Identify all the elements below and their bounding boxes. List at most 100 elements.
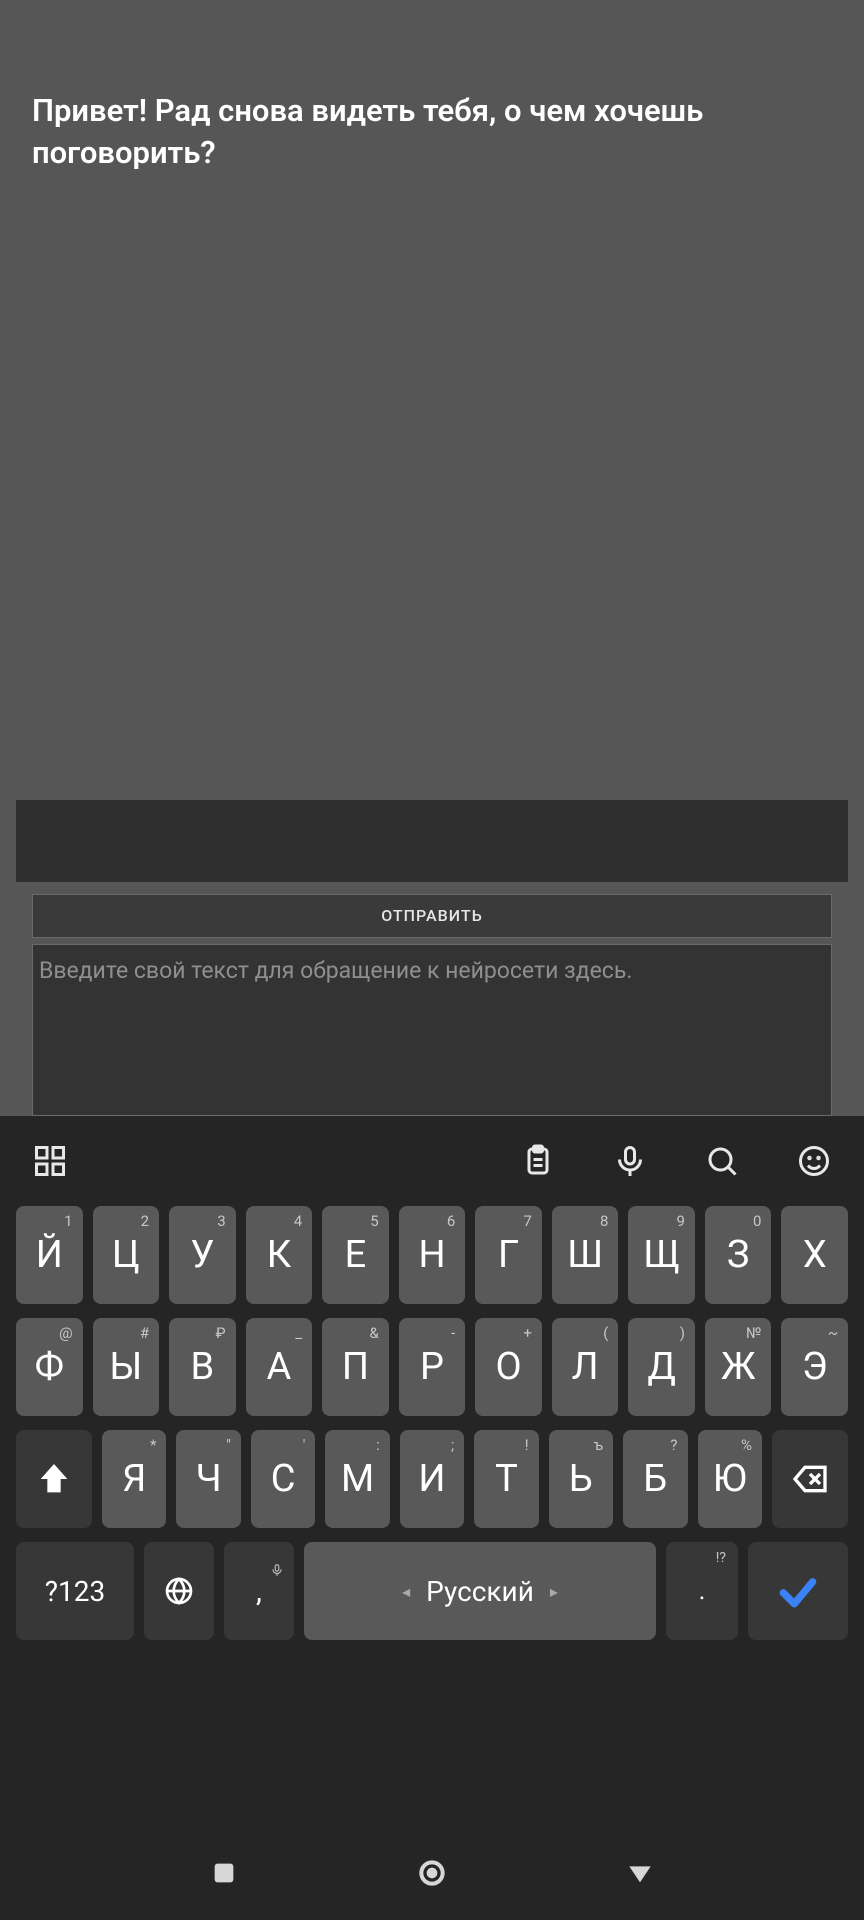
- key-super: 3: [217, 1212, 225, 1230]
- key-letter[interactable]: ;И: [400, 1430, 464, 1528]
- key-letter[interactable]: )Д: [628, 1318, 695, 1416]
- send-button-label: ОТПРАВИТЬ: [381, 906, 482, 925]
- key-super: ?: [670, 1436, 677, 1454]
- keyboard-row-2: @Ф #Ы ₽В _А &П -Р +О (Л )Д №Ж ~Э: [16, 1318, 848, 1416]
- key-super: ъ: [594, 1436, 603, 1454]
- key-super: 7: [523, 1212, 531, 1230]
- key-super: @: [59, 1324, 72, 1342]
- key-letter[interactable]: +О: [475, 1318, 542, 1416]
- key-letter[interactable]: 4К: [246, 1206, 313, 1304]
- numeric-switch-key[interactable]: ?123: [16, 1542, 134, 1640]
- send-button[interactable]: ОТПРАВИТЬ: [32, 894, 832, 938]
- key-main: О: [495, 1345, 521, 1389]
- key-super: ~: [828, 1324, 838, 1342]
- key-letter[interactable]: _А: [246, 1318, 313, 1416]
- key-super: 1: [64, 1212, 72, 1230]
- key-super: 9: [676, 1212, 684, 1230]
- key-super: (: [603, 1324, 608, 1342]
- key-super: 2: [141, 1212, 149, 1230]
- key-letter[interactable]: 7Г: [475, 1206, 542, 1304]
- key-letter[interactable]: %Ю: [698, 1430, 762, 1528]
- key-letter[interactable]: #Ы: [93, 1318, 160, 1416]
- key-main: З: [727, 1233, 750, 1277]
- period-label: .: [699, 1576, 706, 1606]
- key-super: 0: [753, 1212, 761, 1230]
- key-letter[interactable]: 2Ц: [93, 1206, 160, 1304]
- key-main: У: [190, 1233, 214, 1277]
- key-super: 4: [294, 1212, 302, 1230]
- key-letter[interactable]: 8Ш: [552, 1206, 619, 1304]
- key-letter[interactable]: 5Е: [322, 1206, 389, 1304]
- key-letter[interactable]: ₽В: [169, 1318, 236, 1416]
- period-key[interactable]: !? .: [666, 1542, 738, 1640]
- key-super: №: [746, 1324, 761, 1342]
- key-main: С: [271, 1457, 296, 1501]
- key-letter[interactable]: Х: [781, 1206, 848, 1304]
- grid-icon[interactable]: [30, 1141, 70, 1181]
- key-main: В: [191, 1345, 215, 1389]
- message-input-placeholder: Введите свой текст для обращение к нейро…: [39, 957, 632, 984]
- chat-area: Привет! Рад снова видеть тебя, о чем хоч…: [0, 0, 864, 800]
- key-letter[interactable]: 6Н: [399, 1206, 466, 1304]
- key-main: Ь: [569, 1457, 593, 1501]
- chevron-left-icon: ◂: [402, 1582, 410, 1601]
- key-main: М: [341, 1457, 374, 1501]
- key-main: Л: [572, 1345, 599, 1389]
- key-main: Я: [122, 1457, 146, 1501]
- language-switch-key[interactable]: [144, 1542, 214, 1640]
- key-super: 5: [370, 1212, 378, 1230]
- key-letter[interactable]: ~Э: [781, 1318, 848, 1416]
- search-icon[interactable]: [702, 1141, 742, 1181]
- key-letter[interactable]: 0З: [705, 1206, 772, 1304]
- home-button[interactable]: [416, 1857, 448, 1893]
- numeric-switch-label: ?123: [45, 1575, 105, 1608]
- key-main: Ш: [567, 1233, 603, 1277]
- keyboard-row-1: 1Й 2Ц 3У 4К 5Е 6Н 7Г 8Ш 9Щ 0З Х: [16, 1206, 848, 1304]
- key-main: Щ: [643, 1233, 680, 1277]
- key-main: Н: [418, 1233, 445, 1277]
- key-letter[interactable]: 9Щ: [628, 1206, 695, 1304]
- key-super: !: [525, 1436, 529, 1454]
- key-letter[interactable]: @Ф: [16, 1318, 83, 1416]
- key-letter[interactable]: -Р: [399, 1318, 466, 1416]
- comma-label: ,: [256, 1574, 262, 1609]
- mic-icon[interactable]: [610, 1141, 650, 1181]
- key-letter[interactable]: ?Б: [623, 1430, 687, 1528]
- enter-key[interactable]: [748, 1542, 848, 1640]
- panel-separator: [16, 800, 848, 882]
- key-main: Т: [495, 1457, 518, 1501]
- key-letter[interactable]: 3У: [169, 1206, 236, 1304]
- keyboard-row-4: ?123 , ◂ Русский ▸ !? .: [16, 1542, 848, 1640]
- key-letter[interactable]: №Ж: [705, 1318, 772, 1416]
- key-letter[interactable]: :М: [325, 1430, 389, 1528]
- key-main: Б: [643, 1457, 667, 1501]
- period-super: !?: [716, 1550, 726, 1566]
- mic-mini-icon: [270, 1550, 284, 1564]
- key-letter[interactable]: ъЬ: [549, 1430, 613, 1528]
- backspace-key[interactable]: [772, 1430, 848, 1528]
- key-letter[interactable]: &П: [322, 1318, 389, 1416]
- key-letter[interactable]: ''Ч: [176, 1430, 240, 1528]
- key-letter[interactable]: 'С: [251, 1430, 315, 1528]
- key-super: ;: [451, 1436, 454, 1454]
- key-letter[interactable]: *Я: [102, 1430, 166, 1528]
- key-super: *: [150, 1436, 156, 1454]
- key-main: Х: [803, 1233, 827, 1277]
- key-super: #: [140, 1324, 149, 1342]
- key-super: _: [295, 1324, 302, 1342]
- comma-key[interactable]: ,: [224, 1542, 294, 1640]
- emoji-icon[interactable]: [794, 1141, 834, 1181]
- back-button[interactable]: [624, 1857, 656, 1893]
- message-input[interactable]: Введите свой текст для обращение к нейро…: [32, 944, 832, 1117]
- key-super: %: [741, 1436, 752, 1454]
- clipboard-icon[interactable]: [518, 1141, 558, 1181]
- key-main: Г: [498, 1233, 519, 1277]
- spacebar[interactable]: ◂ Русский ▸: [304, 1542, 656, 1640]
- recent-apps-button[interactable]: [208, 1857, 240, 1893]
- key-main: К: [267, 1233, 291, 1277]
- shift-key[interactable]: [16, 1430, 92, 1528]
- key-letter[interactable]: 1Й: [16, 1206, 83, 1304]
- key-letter[interactable]: (Л: [552, 1318, 619, 1416]
- key-main: Й: [36, 1233, 63, 1277]
- key-letter[interactable]: !Т: [474, 1430, 538, 1528]
